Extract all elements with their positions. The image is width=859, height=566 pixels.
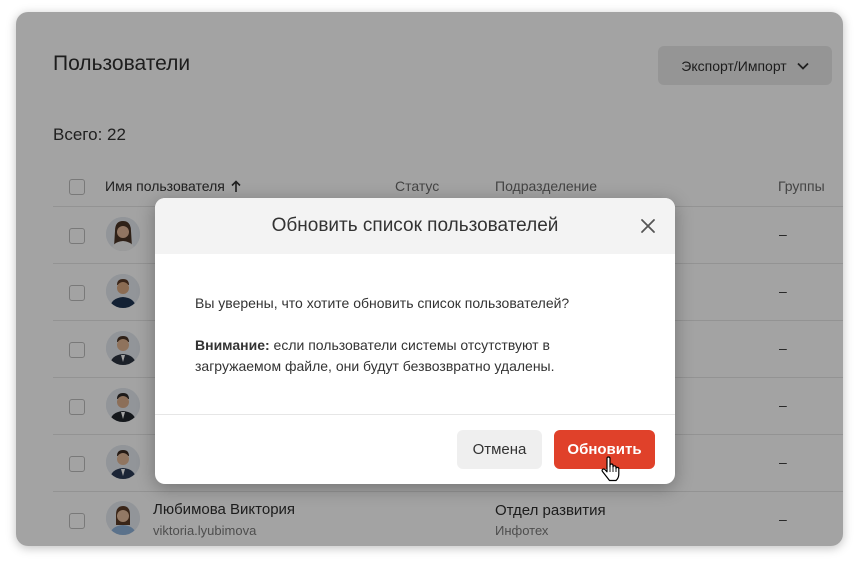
dialog-divider [155, 414, 675, 415]
update-users-dialog: Обновить список пользователей Вы уверены… [155, 198, 675, 484]
dialog-title: Обновить список пользователей [271, 215, 559, 236]
warning-label: Внимание: [195, 337, 270, 353]
close-icon[interactable] [639, 217, 657, 235]
hand-pointer-icon [601, 456, 620, 482]
dialog-question: Вы уверены, что хотите обновить список п… [195, 295, 570, 311]
dialog-warning: Внимание: если пользователи системы отсу… [195, 335, 625, 377]
cancel-button[interactable]: Отмена [457, 430, 542, 469]
dialog-header: Обновить список пользователей [155, 198, 675, 254]
